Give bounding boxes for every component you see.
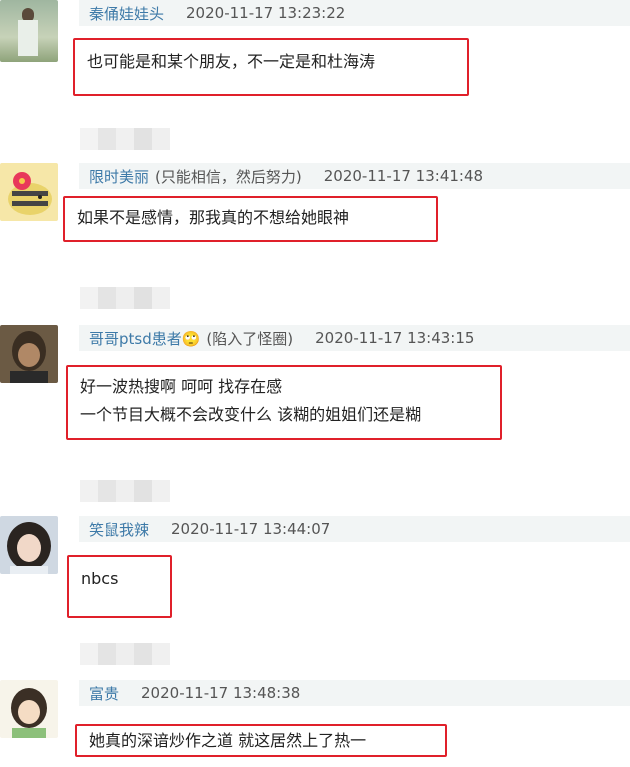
user-status: (陷入了怪圈) [206,329,294,348]
avatar[interactable] [0,516,58,574]
comment-line: 她真的深谙炒作之道 就这居然上了热一 [89,731,367,750]
timestamp: 2020-11-17 13:43:15 [315,329,475,347]
comment-header: 笑鼠我辣 2020-11-17 13:44:07 [79,516,630,542]
blurred-reply-area [80,480,170,502]
user-status: (只能相信，然后努力) [155,167,302,186]
timestamp: 2020-11-17 13:23:22 [186,4,346,22]
blurred-reply-area [80,287,170,309]
timestamp: 2020-11-17 13:41:48 [323,167,484,185]
comment-line: 如果不是感情，那我真的不想给她眼神 [77,208,350,227]
username-link[interactable]: 秦俑娃娃头 [89,3,164,24]
comment-text-box: 好一波热搜啊 呵呵 找存在感 一个节目大概不会改变什么 该糊的姐姐们还是糊 [66,365,502,440]
username-link[interactable]: 笑鼠我辣 [89,519,149,540]
comment-header: 秦俑娃娃头 2020-11-17 13:23:22 [79,0,630,26]
comment-text-box: 如果不是感情，那我真的不想给她眼神 [63,196,438,242]
comment-line: 也可能是和某个朋友，不一定是和杜海涛 [87,52,376,71]
comment-text-box: 她真的深谙炒作之道 就这居然上了热一 [75,724,447,757]
username-link[interactable]: 哥哥ptsd患者🙄 [89,328,200,349]
username-link[interactable]: 限时美丽 [89,166,149,187]
blurred-reply-area [80,643,170,665]
comment-header: 哥哥ptsd患者🙄 (陷入了怪圈) 2020-11-17 13:43:15 [79,325,630,351]
comment-text-box: 也可能是和某个朋友，不一定是和杜海涛 [73,38,469,96]
comment-header: 限时美丽 (只能相信，然后努力) 2020-11-17 13:41:48 [79,163,630,189]
avatar[interactable] [0,0,58,62]
timestamp: 2020-11-17 13:48:38 [141,684,301,702]
comment-line: nbcs [81,569,119,588]
comment-header: 富贵 2020-11-17 13:48:38 [79,680,630,706]
avatar[interactable] [0,163,58,221]
comment-line: 好一波热搜啊 呵呵 找存在感 [80,377,283,396]
avatar[interactable] [0,680,58,738]
username-link[interactable]: 富贵 [89,683,119,704]
comment-line: 一个节目大概不会改变什么 该糊的姐姐们还是糊 [80,405,422,424]
blurred-reply-area [80,128,170,150]
comment-text-box: nbcs [67,555,172,618]
avatar[interactable] [0,325,58,383]
timestamp: 2020-11-17 13:44:07 [171,520,331,538]
